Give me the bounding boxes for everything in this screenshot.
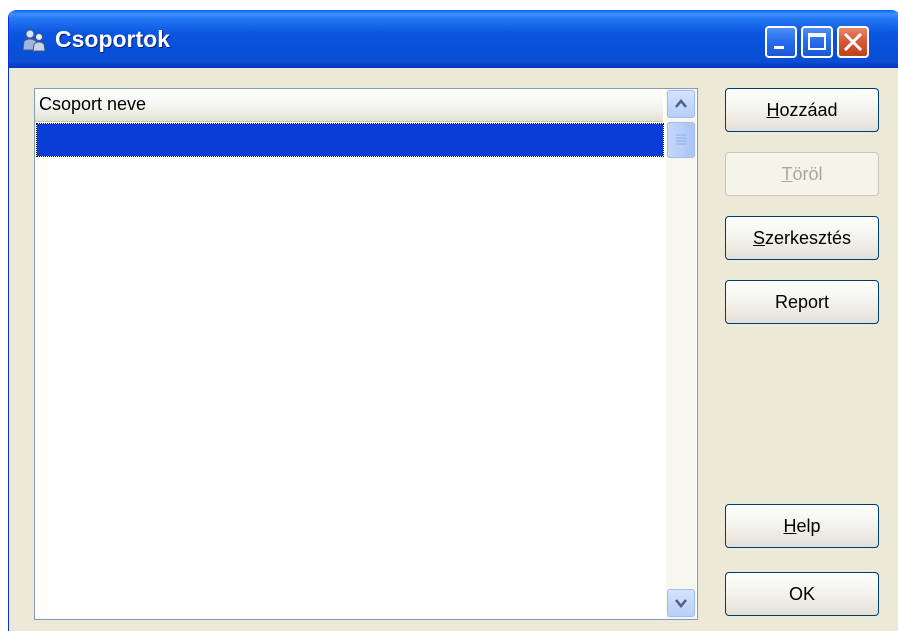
- grip-icon: [676, 134, 686, 145]
- users-icon: [22, 29, 46, 52]
- help-button-label-rest: elp: [796, 516, 821, 536]
- column-header-label: Csoport neve: [39, 94, 147, 114]
- help-button[interactable]: Help: [725, 504, 879, 548]
- maximize-button[interactable]: [801, 26, 833, 58]
- report-button[interactable]: Report: [725, 280, 879, 324]
- maximize-icon: [808, 33, 826, 50]
- ok-button[interactable]: OK: [725, 572, 879, 616]
- chevron-up-icon: [675, 99, 687, 108]
- title-bar[interactable]: Csoportok: [9, 10, 898, 68]
- delete-button[interactable]: Töröl: [725, 152, 879, 196]
- column-header-group-name[interactable]: Csoport neve: [35, 89, 663, 122]
- groups-window: Csoportok Csoport neve Hozzáad Töröl Sze…: [8, 10, 898, 631]
- scroll-down-button[interactable]: [667, 589, 695, 617]
- window-title: Csoportok: [55, 26, 170, 52]
- minimize-icon: [774, 46, 784, 49]
- help-button-accesskey: H: [783, 516, 797, 536]
- scroll-up-button[interactable]: [667, 90, 695, 118]
- edit-button[interactable]: Szerkesztés: [725, 216, 879, 260]
- group-list[interactable]: Csoport neve: [34, 88, 698, 620]
- report-button-label: Report: [774, 292, 830, 312]
- delete-button-accesskey: T: [781, 164, 793, 184]
- scroll-thumb[interactable]: [667, 122, 695, 158]
- chevron-down-icon: [675, 599, 687, 608]
- edit-button-accesskey: S: [752, 228, 765, 248]
- delete-button-label-rest: öröl: [792, 164, 823, 184]
- vertical-scrollbar[interactable]: [666, 89, 696, 619]
- close-button[interactable]: [837, 26, 869, 58]
- ok-button-label: OK: [788, 584, 815, 604]
- minimize-button[interactable]: [765, 26, 797, 58]
- list-item-selected[interactable]: [36, 123, 664, 157]
- close-icon: [843, 32, 863, 52]
- edit-button-label-rest: zerkesztés: [764, 228, 852, 248]
- add-button-label-rest: ozzáad: [779, 100, 838, 120]
- add-button[interactable]: Hozzáad: [725, 88, 879, 132]
- add-button-accesskey: H: [766, 100, 780, 120]
